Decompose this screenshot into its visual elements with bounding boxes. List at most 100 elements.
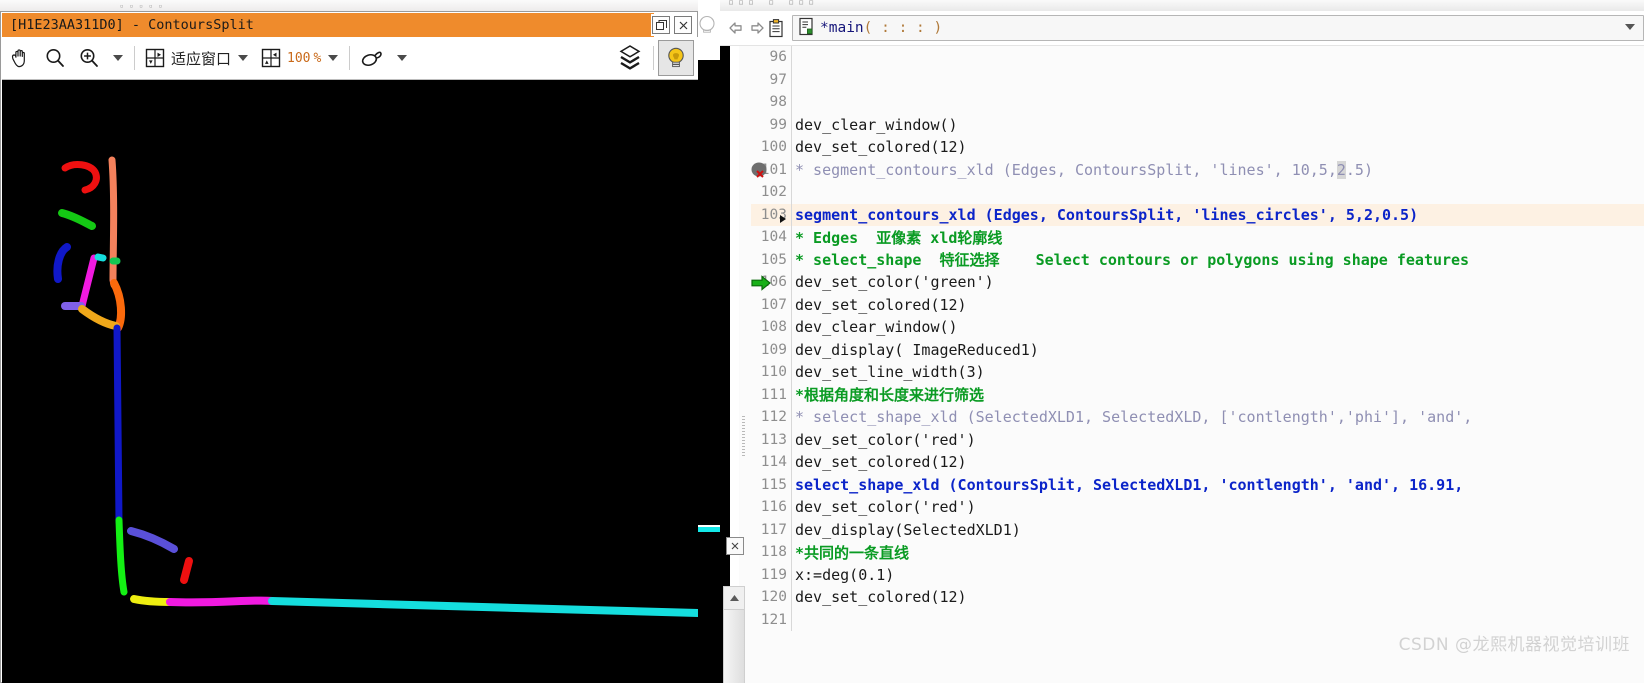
code-line[interactable]: 99 dev_clear_window() (751, 113, 1644, 136)
close-icon[interactable] (726, 537, 744, 555)
zoom-dropdown-caret-icon[interactable] (113, 55, 123, 61)
blue-arc-left (53, 243, 71, 283)
code-line[interactable]: 110 dev_set_line_width(3) (751, 361, 1644, 384)
code-text: * select_shape_xld (SelectedXLD1, Select… (792, 408, 1481, 426)
code-token: dev_set_color('green') (795, 273, 994, 292)
code-line[interactable]: 121 (751, 608, 1644, 631)
code-line[interactable]: 111 *根据角度和长度来进行筛选 (751, 383, 1644, 406)
code-text: dev_set_colored(12) (792, 588, 967, 606)
code-token: 2 (1336, 160, 1346, 179)
line-number: 121 (760, 611, 787, 628)
zoom-percent-number: 100 (287, 50, 311, 66)
gutter-divider (791, 608, 792, 631)
code-text: * select_shape 特征选择 Select contours or p… (792, 249, 1469, 270)
red-tick (180, 557, 193, 584)
zoom-level-icon[interactable] (255, 40, 287, 76)
code-token: segment_contours_xld (Edges, ContoursSpl… (795, 205, 1419, 224)
code-line[interactable]: 100 dev_set_colored(12) (751, 136, 1644, 159)
code-line[interactable]: 109 dev_display( ImageReduced1) (751, 338, 1644, 361)
code-text: dev_clear_window() (792, 318, 958, 336)
toolbar-separator-3 (653, 46, 654, 70)
code-line[interactable]: 119 x:=deg(0.1) (751, 563, 1644, 586)
line-number: 118 (760, 544, 787, 561)
code-token: dev_set_colored(12) (795, 588, 967, 607)
scroll-up-arrow-icon[interactable] (723, 586, 745, 610)
code-text: segment_contours_xld (Edges, ContoursSpl… (792, 206, 1418, 224)
close-icon[interactable] (674, 16, 692, 34)
arrow-left-icon[interactable] (726, 18, 746, 38)
code-line[interactable]: 117 dev_display(SelectedXLD1) (751, 518, 1644, 541)
zoom-level-dropdown-caret-icon[interactable] (328, 55, 339, 61)
restore-icon[interactable] (652, 16, 670, 34)
cyan-dot (94, 253, 107, 262)
clipboard-icon[interactable] (766, 18, 786, 38)
salmon-vertical (108, 156, 118, 289)
procedure-params-text: ( : : : ) (863, 20, 943, 36)
code-line[interactable]: 101 * segment_contours_xld (Edges, Contou… (751, 158, 1644, 181)
magenta-diag (78, 254, 98, 310)
code-token: *根据角度和长度来进行筛选 (795, 386, 985, 405)
code-token: *共同的一条直线 (795, 543, 910, 562)
code-line[interactable]: 97 (751, 68, 1644, 91)
code-line[interactable]: 107 dev_set_colored(12) (751, 293, 1644, 316)
code-text: dev_set_colored(12) (792, 453, 967, 471)
fit-window-dropdown-caret-icon[interactable] (238, 55, 249, 61)
code-text: dev_set_color('red') (792, 498, 976, 516)
line-number: 108 (760, 319, 787, 336)
gutter-divider (791, 46, 792, 69)
fit-window-icon[interactable] (139, 40, 171, 76)
red-arc-top (61, 161, 100, 194)
line-number: 100 (760, 139, 787, 156)
code-line[interactable]: 108 dev_clear_window() (751, 316, 1644, 339)
graphics-toolbar: 适应窗口 100% (2, 37, 698, 80)
code-token: dev_set_colored(12) (795, 138, 967, 157)
draw-mode-dropdown-caret-icon[interactable] (397, 55, 408, 61)
code-text: dev_set_color('green') (792, 273, 994, 291)
vertical-scrollbar-thumb[interactable] (723, 609, 745, 683)
magnifier-icon[interactable] (38, 40, 72, 76)
procedure-selector-bar: *main( : : : ) (720, 11, 1644, 46)
line-number: 109 (760, 341, 787, 358)
code-text: dev_set_colored(12) (792, 138, 967, 156)
draw-mode-icon[interactable] (354, 40, 390, 76)
code-line[interactable]: 105 * select_shape 特征选择 Select contours o… (751, 248, 1644, 271)
code-token: x:=deg(0.1) (795, 565, 895, 584)
procedure-combobox[interactable]: *main( : : : ) (792, 15, 1644, 41)
code-line[interactable]: 113 dev_set_color('red') (751, 428, 1644, 451)
breakpoint-icon[interactable] (751, 161, 771, 180)
code-line[interactable]: 112 * select_shape_xld (SelectedXLD1, Sel… (751, 406, 1644, 429)
layers-icon[interactable] (611, 40, 649, 76)
code-line[interactable]: 115 select_shape_xld (ContoursSplit, Sele… (751, 473, 1644, 496)
slateblue-arc (127, 527, 178, 553)
procedure-icon (798, 17, 815, 40)
toolbar-separator-2 (349, 46, 351, 70)
code-token: dev_display( ImageReduced1) (795, 340, 1039, 359)
line-number: 115 (760, 476, 787, 493)
code-line[interactable]: 120 dev_set_colored(12) (751, 586, 1644, 609)
code-line[interactable]: 114 dev_set_colored(12) (751, 451, 1644, 474)
code-line[interactable]: 103 segment_contours_xld (Edges, Contours… (751, 203, 1644, 226)
code-line[interactable]: 98 (751, 91, 1644, 114)
green-short-diag (58, 209, 96, 230)
code-text: *共同的一条直线 (792, 542, 909, 563)
code-line[interactable]: 118 *共同的一条直线 (751, 541, 1644, 564)
code-line[interactable]: 96 (751, 46, 1644, 69)
line-number: 111 (760, 386, 787, 403)
line-number: 113 (760, 431, 787, 448)
line-number: 120 (760, 589, 787, 606)
code-text: * Edges 亚像素 xld轮廓线 (792, 227, 1002, 248)
code-line[interactable]: 106 dev_set_color('green') (751, 271, 1644, 294)
code-line[interactable]: 104 * Edges 亚像素 xld轮廓线 (751, 226, 1644, 249)
line-number: 102 (760, 184, 787, 201)
lightbulb-icon[interactable] (658, 40, 694, 76)
code-token: * segment_contours_xld (Edges, ContoursS… (795, 160, 1337, 179)
line-number: 110 (760, 364, 787, 381)
code-line[interactable]: 116 dev_set_color('red') (751, 496, 1644, 519)
chevron-down-icon[interactable] (1625, 24, 1635, 30)
arrow-right-icon[interactable] (746, 18, 766, 38)
hand-pan-icon[interactable] (2, 40, 38, 76)
magnifier-plus-icon[interactable] (72, 40, 106, 76)
graphics-canvas[interactable] (2, 80, 698, 683)
code-editor-area[interactable]: 96 97 98 99 dev_clear_window() 100 dev_set_col… (751, 46, 1644, 683)
code-line[interactable]: 102 (751, 181, 1644, 204)
